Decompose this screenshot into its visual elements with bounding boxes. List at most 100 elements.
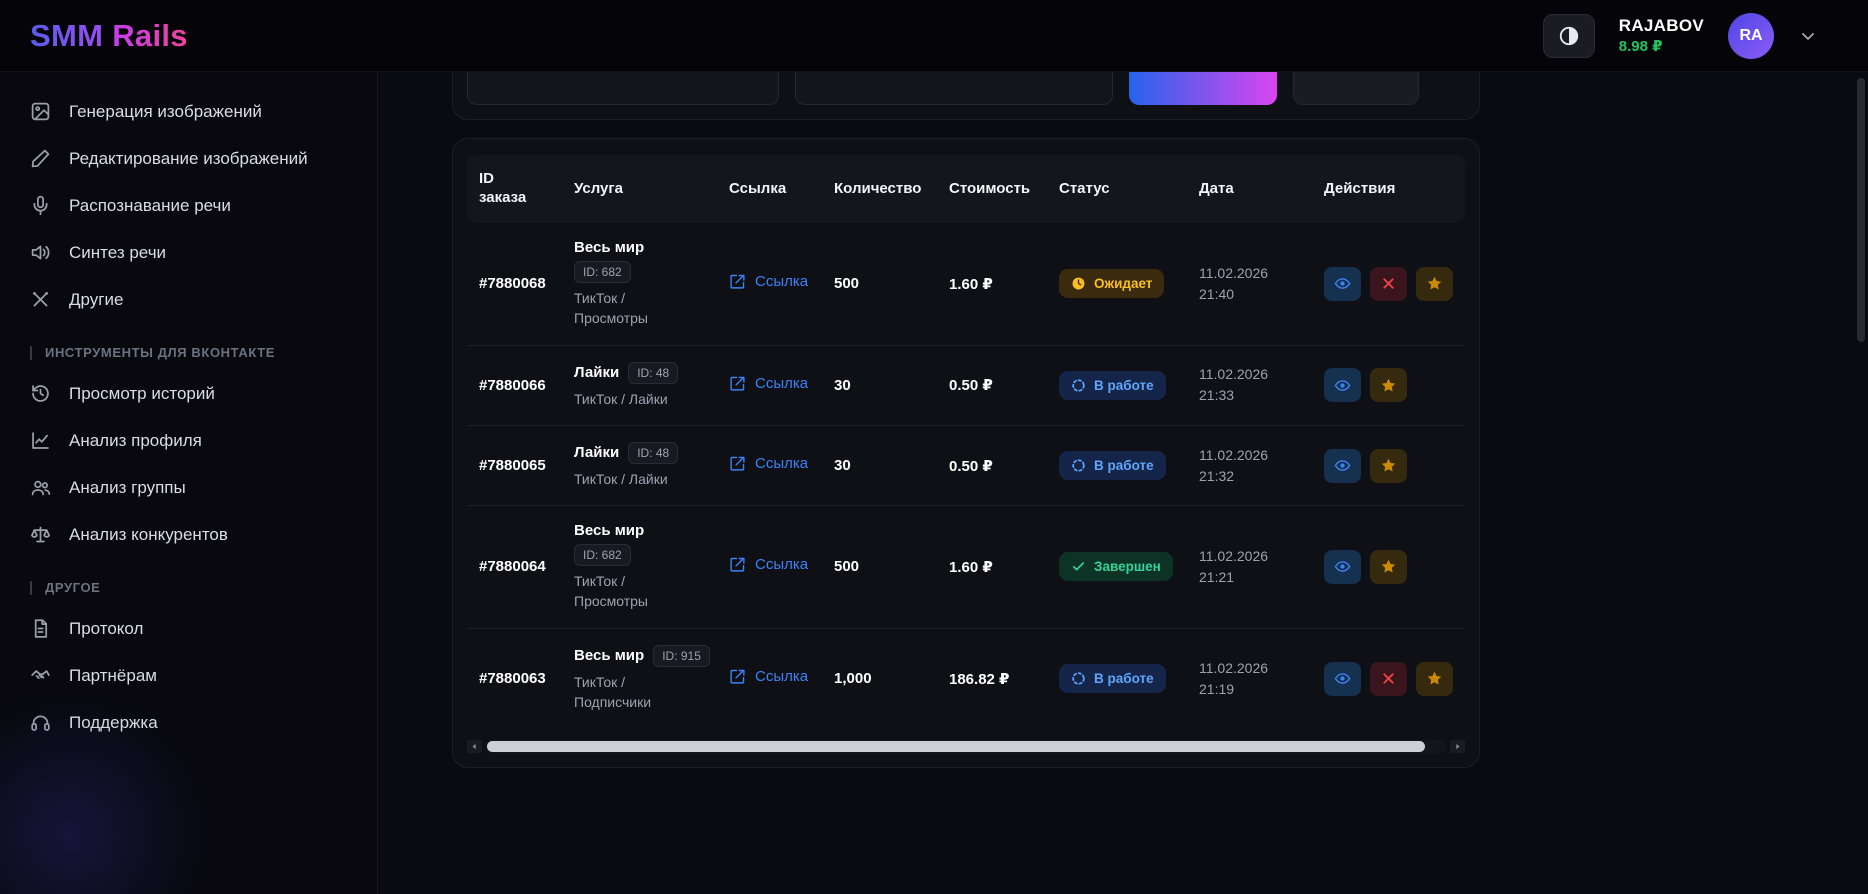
sidebar-item-group-analysis[interactable]: Анализ группы [0,464,377,511]
sidebar-item-image-editing[interactable]: Редактирование изображений [0,135,377,182]
status-badge: В работе [1059,664,1166,693]
sidebar-item-image-generation[interactable]: Генерация изображений [0,88,377,135]
external-link-icon [729,375,746,392]
caret-left-icon [470,742,479,751]
service-cell: Весь мир ID: 682 ТикТок / Просмотры [574,522,729,612]
primary-action-button[interactable] [1129,72,1277,105]
external-link-icon [729,273,746,290]
favorite-order-button[interactable] [1370,550,1407,584]
sidebar-item-speech-recognition[interactable]: Распознавание речи [0,182,377,229]
order-id: #7880064 [479,558,574,575]
favorite-order-button[interactable] [1416,662,1453,696]
handshake-icon [30,665,51,686]
order-date: 11.02.2026 [1199,445,1324,466]
top-header: SMM Rails RAJABOV 8.98 ₽ RA [0,0,1868,72]
service-cell: Лайки ID: 48 ТикТок / Лайки [574,362,729,409]
star-icon [1426,670,1443,687]
star-icon [1380,457,1397,474]
sidebar-item-label: Распознавание речи [69,196,231,216]
horizontal-scrollbar [467,740,1465,753]
sidebar-item-partners[interactable]: Партнёрам [0,652,377,699]
sidebar-item-label: Партнёрам [69,666,157,686]
main-content: ID заказа Услуга Ссылка Количество Стоим… [378,72,1868,894]
status-badge: Завершен [1059,552,1173,581]
sidebar-item-story-views[interactable]: Просмотр историй [0,370,377,417]
favorite-order-button[interactable] [1370,368,1407,402]
column-header-quantity: Количество [834,180,949,199]
status-badge: В работе [1059,451,1166,480]
sidebar-item-other-tools[interactable]: Другие [0,276,377,323]
sidebar-item-label: Анализ конкурентов [69,525,228,545]
quantity: 500 [834,558,949,575]
chart-icon [30,430,51,451]
page-scrollbar-thumb[interactable] [1857,78,1865,342]
scroll-right-button[interactable] [1450,740,1465,753]
view-order-button[interactable] [1324,449,1361,483]
service-cell: Весь мир ID: 682 ТикТок / Просмотры [574,239,729,329]
sidebar-item-speech-synthesis[interactable]: Синтез речи [0,229,377,276]
filter-input-2[interactable] [795,72,1113,105]
service-name: Весь мир [574,522,719,539]
external-link-icon [729,455,746,472]
favorite-order-button[interactable] [1370,449,1407,483]
external-link-icon [729,556,746,573]
service-category: ТикТок / Просмотры [574,288,686,329]
date-cell: 11.02.2026 21:40 [1199,263,1324,305]
service-id-badge: ID: 915 [653,645,710,667]
scroll-left-button[interactable] [467,740,482,753]
link-cell: Ссылка [729,375,834,396]
service-cell: Весь мир ID: 915 ТикТок / Подписчики [574,645,729,713]
scrollbar-thumb[interactable] [487,741,1425,752]
scrollbar-track[interactable] [485,740,1447,753]
sidebar-item-label: Редактирование изображений [69,149,308,169]
sidebar-item-label: Поддержка [69,713,158,733]
favorite-order-button[interactable] [1416,267,1453,301]
column-header-status: Статус [1059,180,1199,199]
sidebar-item-protocol[interactable]: Протокол [0,605,377,652]
avatar[interactable]: RA [1728,13,1774,59]
spinner-icon [1071,378,1086,393]
secondary-action-button[interactable] [1293,72,1419,105]
star-icon [1380,377,1397,394]
contrast-icon [1558,25,1580,47]
sidebar-item-label: Другие [69,290,123,310]
view-order-button[interactable] [1324,368,1361,402]
filter-input[interactable] [467,72,779,105]
order-link[interactable]: Ссылка [729,455,808,472]
group-icon [30,477,51,498]
order-time: 21:40 [1199,284,1324,305]
order-link[interactable]: Ссылка [729,668,808,685]
cancel-order-button[interactable] [1370,267,1407,301]
order-link[interactable]: Ссылка [729,273,808,290]
star-icon [1426,275,1443,292]
cost: 0.50 ₽ [949,376,1059,394]
order-date: 11.02.2026 [1199,364,1324,385]
view-order-button[interactable] [1324,662,1361,696]
chevron-down-icon[interactable] [1798,26,1818,46]
cancel-order-button[interactable] [1370,662,1407,696]
header-right: RAJABOV 8.98 ₽ RA [1543,13,1818,59]
order-id: #7880063 [479,670,574,687]
view-order-button[interactable] [1324,550,1361,584]
order-link[interactable]: Ссылка [729,556,808,573]
brand-logo[interactable]: SMM Rails [30,18,188,54]
order-time: 21:32 [1199,466,1324,487]
quantity: 30 [834,457,949,474]
service-id-badge: ID: 682 [574,544,631,566]
theme-toggle-button[interactable] [1543,14,1595,58]
status-badge: В работе [1059,371,1166,400]
link-cell: Ссылка [729,455,834,476]
history-icon [30,383,51,404]
view-order-button[interactable] [1324,267,1361,301]
app-window: SMM Rails RAJABOV 8.98 ₽ RA Генерация из… [0,0,1868,894]
eye-icon [1334,558,1351,575]
sidebar-item-profile-analysis[interactable]: Анализ профиля [0,417,377,464]
sidebar-item-competitor-analysis[interactable]: Анализ конкурентов [0,511,377,558]
order-link[interactable]: Ссылка [729,375,808,392]
table-header-row: ID заказа Услуга Ссылка Количество Стоим… [467,155,1465,223]
service-name: Весь мир [574,647,644,664]
table-row: #7880065 Лайки ID: 48 ТикТок / Лайки Ссы… [467,426,1465,506]
table-row: #7880066 Лайки ID: 48 ТикТок / Лайки Ссы… [467,346,1465,426]
column-header-link: Ссылка [729,180,834,199]
sidebar-item-support[interactable]: Поддержка [0,699,377,746]
